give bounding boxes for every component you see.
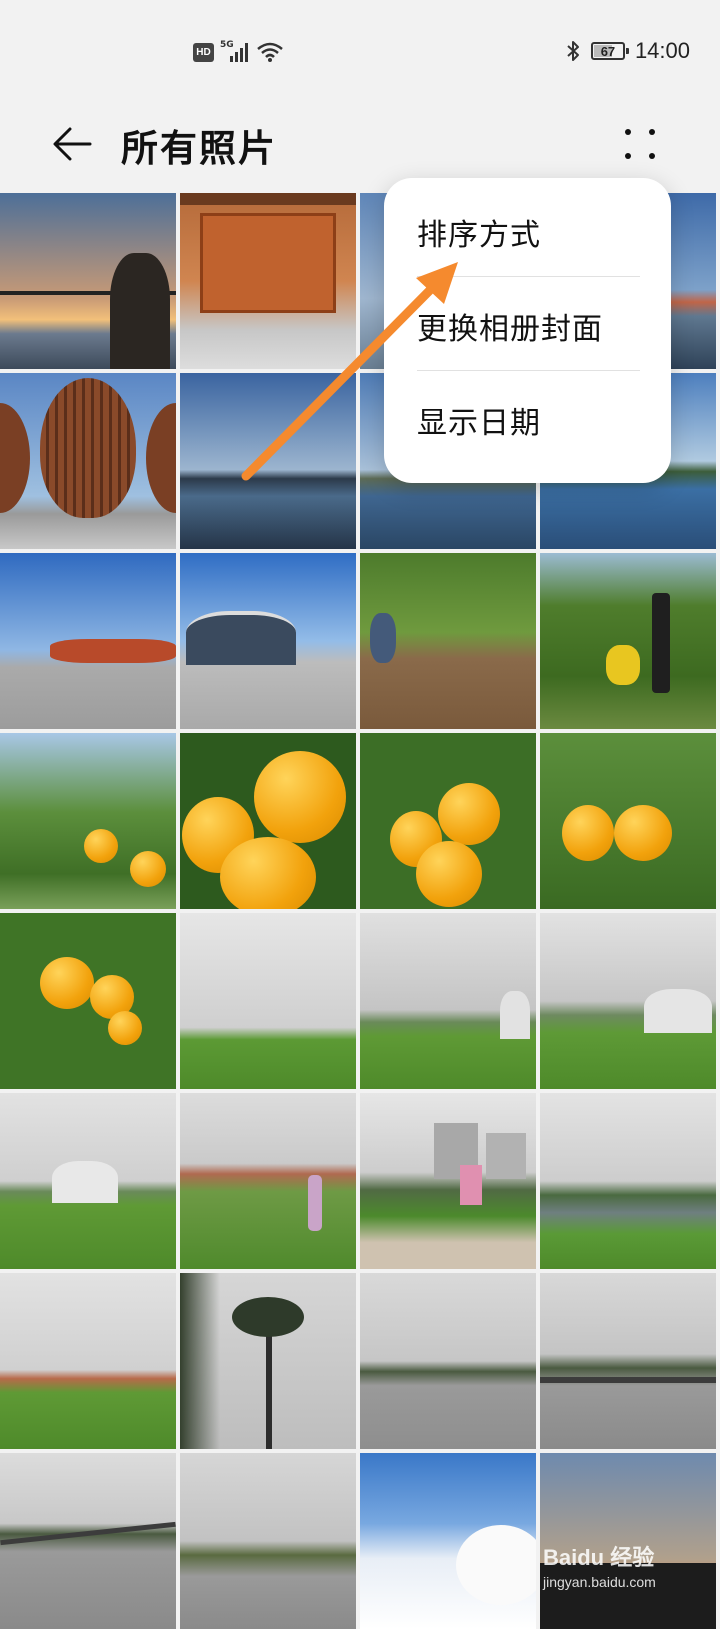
watermark-site: jingyan.baidu.com xyxy=(543,1574,656,1590)
annotation-arrow xyxy=(241,262,458,481)
baidu-watermark: Baidu 经验 jingyan.baidu.com xyxy=(543,1540,656,1590)
watermark-brand: Baidu 经验 xyxy=(543,1545,655,1570)
battery-level: 67 xyxy=(600,43,616,59)
